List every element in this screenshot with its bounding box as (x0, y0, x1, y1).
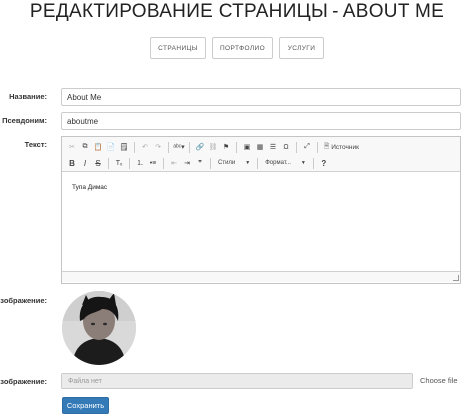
name-label: Название: (9, 92, 47, 101)
toolbar-separator (108, 157, 109, 169)
strike-button[interactable]: S (92, 157, 104, 169)
page-title-main: РЕДАКТИРОВАНИЕ СТРАНИЦЫ (29, 1, 329, 22)
save-button[interactable]: Сохранить (62, 397, 109, 414)
editor-content[interactable]: Тупа Димас (62, 172, 460, 271)
editor-toolbar-row-1: ✂ ⧉ 📋 📄 🗒 ↶ ↷ ᵃᵇᶜ▾ 🔗 ⛓ ⚑ ▣ ▦ ☰ Ω ⤢ 🗎 Исто… (66, 140, 456, 154)
nav-pages-button[interactable]: СТРАНИЦЫ (150, 37, 206, 59)
chevron-down-icon: ▼ (245, 160, 251, 166)
paste-word-icon[interactable]: 🗒 (118, 141, 130, 153)
styles-label: Стили (218, 160, 236, 166)
file-input[interactable]: Файла нет (61, 373, 413, 389)
text-label: Текст: (24, 140, 47, 149)
cut-icon[interactable]: ✂ (66, 141, 78, 153)
toolbar-separator (134, 141, 135, 153)
editor-statusbar (62, 271, 460, 282)
indent-icon[interactable]: ⇥ (181, 157, 193, 169)
italic-button[interactable]: I (79, 157, 91, 169)
paste-text-icon[interactable]: 📄 (105, 141, 117, 153)
spellcheck-icon[interactable]: ᵃᵇᶜ▾ (173, 141, 185, 153)
table-icon[interactable]: ▦ (254, 141, 266, 153)
source-label: Источник (331, 143, 359, 151)
bold-label: B (69, 158, 75, 168)
remove-format-icon[interactable]: Tₓ (113, 157, 125, 169)
page-title-separator: - (332, 1, 339, 22)
toolbar-separator (163, 157, 164, 169)
anchor-flag-icon[interactable]: ⚑ (220, 141, 232, 153)
maximize-icon[interactable]: ⤢ (301, 141, 313, 153)
toolbar-separator (210, 157, 211, 169)
toolbar-separator (257, 157, 259, 169)
toolbar-separator (317, 141, 318, 153)
format-dropdown[interactable]: Формат... ▼ (262, 157, 309, 169)
resize-handle-icon[interactable] (453, 275, 459, 281)
styles-dropdown[interactable]: Стили ▼ (215, 157, 253, 169)
undo-icon[interactable]: ↶ (139, 141, 151, 153)
page-title-sub: ABOUT ME (342, 1, 445, 22)
source-button[interactable]: 🗎 Источник (322, 142, 361, 153)
source-icon: 🗎 (324, 142, 330, 150)
toolbar-separator (189, 141, 190, 153)
alias-input[interactable]: aboutme (61, 112, 461, 130)
redo-icon[interactable]: ↷ (152, 141, 164, 153)
paste-icon[interactable]: 📋 (92, 141, 104, 153)
blockquote-icon[interactable]: ❞ (194, 157, 206, 169)
image-icon[interactable]: ▣ (241, 141, 253, 153)
special-char-icon[interactable]: Ω (280, 141, 292, 153)
editor-toolbar-row-2: B I S Tₓ ⒈ •≡ ⇤ ⇥ ❞ Стили ▼ Формат... ▼ ? (66, 156, 456, 170)
horizontal-line-icon[interactable]: ☰ (267, 141, 279, 153)
help-label: ? (321, 158, 327, 168)
rich-text-editor: ✂ ⧉ 📋 📄 🗒 ↶ ↷ ᵃᵇᶜ▾ 🔗 ⛓ ⚑ ▣ ▦ ☰ Ω ⤢ 🗎 Исто… (61, 136, 461, 284)
nav-portfolio-button[interactable]: ПОРТФОЛИО (212, 37, 273, 59)
strike-label: S (95, 158, 101, 168)
alias-label: Псевдоним: (2, 116, 47, 125)
toolbar-separator (168, 141, 169, 153)
outdent-icon[interactable]: ⇤ (168, 157, 180, 169)
avatar-image (62, 291, 136, 365)
image-upload-label: Изображение: (0, 377, 47, 386)
format-label: Формат... (265, 160, 291, 166)
top-nav: СТРАНИЦЫ ПОРТФОЛИО УСЛУГИ (0, 37, 474, 59)
avatar (62, 291, 136, 365)
bold-button[interactable]: B (66, 157, 78, 169)
toolbar-separator (312, 157, 314, 169)
copy-icon[interactable]: ⧉ (79, 141, 91, 153)
chevron-down-icon: ▼ (300, 160, 306, 166)
nav-services-button[interactable]: УСЛУГИ (279, 37, 324, 59)
help-button[interactable]: ? (318, 157, 330, 169)
name-input[interactable]: About Me (61, 88, 461, 106)
numbered-list-icon[interactable]: ⒈ (134, 157, 146, 169)
link-icon[interactable]: 🔗 (194, 141, 206, 153)
editor-toolbar: ✂ ⧉ 📋 📄 🗒 ↶ ↷ ᵃᵇᶜ▾ 🔗 ⛓ ⚑ ▣ ▦ ☰ Ω ⤢ 🗎 Исто… (62, 137, 460, 172)
page-title: РЕДАКТИРОВАНИЕ СТРАНИЦЫ - ABOUT ME (0, 0, 474, 23)
unlink-icon[interactable]: ⛓ (207, 141, 219, 153)
italic-label: I (83, 158, 87, 168)
image-label: Изображение: (0, 296, 47, 305)
toolbar-separator (129, 157, 130, 169)
choose-file-button[interactable]: Choose file (420, 376, 458, 385)
bulleted-list-icon[interactable]: •≡ (147, 157, 159, 169)
toolbar-separator (236, 141, 237, 153)
toolbar-separator (296, 141, 297, 153)
